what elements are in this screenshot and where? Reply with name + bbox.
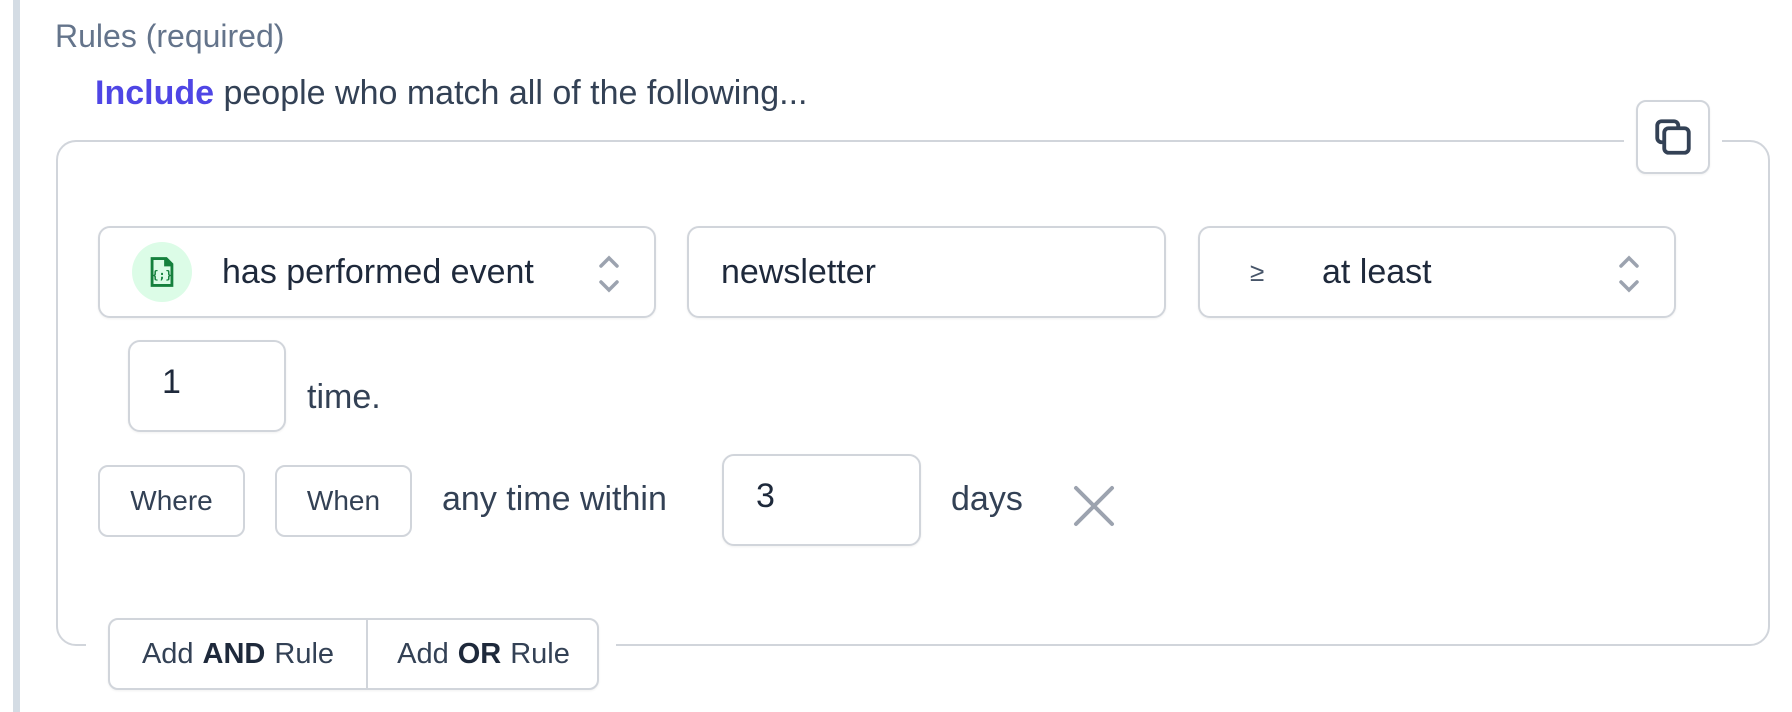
count-input[interactable]: 1: [128, 340, 286, 432]
operator-select[interactable]: ≥ at least: [1198, 226, 1676, 318]
add-or-rule-button[interactable]: Add OR Rule: [368, 620, 599, 688]
add-or-prefix: Add: [397, 637, 449, 670]
event-code-file-icon: {;}: [150, 257, 174, 287]
condition-value: has performed event: [222, 252, 534, 291]
where-button[interactable]: Where: [98, 465, 245, 537]
remove-time-filter-button[interactable]: [1068, 480, 1120, 532]
add-or-suffix: Rule: [510, 637, 570, 670]
add-rule-button-group: Add AND Rule Add OR Rule: [108, 618, 599, 690]
count-suffix: time.: [307, 378, 381, 416]
days-suffix: days: [951, 480, 1023, 518]
days-input[interactable]: 3: [722, 454, 921, 546]
svg-text:{;}: {;}: [152, 268, 172, 282]
condition-select[interactable]: {;} has performed event: [98, 226, 656, 318]
days-value: 3: [756, 476, 775, 515]
chevron-up-down-icon: [1619, 255, 1639, 293]
add-or-keyword: OR: [457, 637, 502, 670]
section-label: Rules (required): [55, 18, 285, 54]
copy-icon: [1655, 119, 1691, 155]
operator-symbol: ≥: [1250, 256, 1265, 287]
time-range-label: any time within: [442, 480, 667, 518]
add-and-rule-button[interactable]: Add AND Rule: [110, 620, 368, 688]
add-and-suffix: Rule: [274, 637, 335, 670]
when-button[interactable]: When: [275, 465, 412, 537]
include-description: Include people who match all of the foll…: [95, 74, 808, 113]
include-keyword: Include: [95, 74, 215, 112]
event-icon-badge: {;}: [132, 242, 192, 302]
duplicate-rule-button[interactable]: [1636, 100, 1710, 174]
event-name-value: newsletter: [721, 252, 876, 291]
operator-value: at least: [1322, 252, 1432, 291]
include-text: people who match all of the following...: [223, 74, 808, 112]
section-indent-bar: [13, 0, 20, 712]
add-and-prefix: Add: [141, 637, 194, 670]
event-name-input[interactable]: newsletter: [687, 226, 1166, 318]
add-and-keyword: AND: [202, 637, 266, 670]
chevron-up-down-icon: [599, 255, 619, 293]
count-value: 1: [162, 362, 181, 401]
close-icon: [1074, 486, 1114, 526]
